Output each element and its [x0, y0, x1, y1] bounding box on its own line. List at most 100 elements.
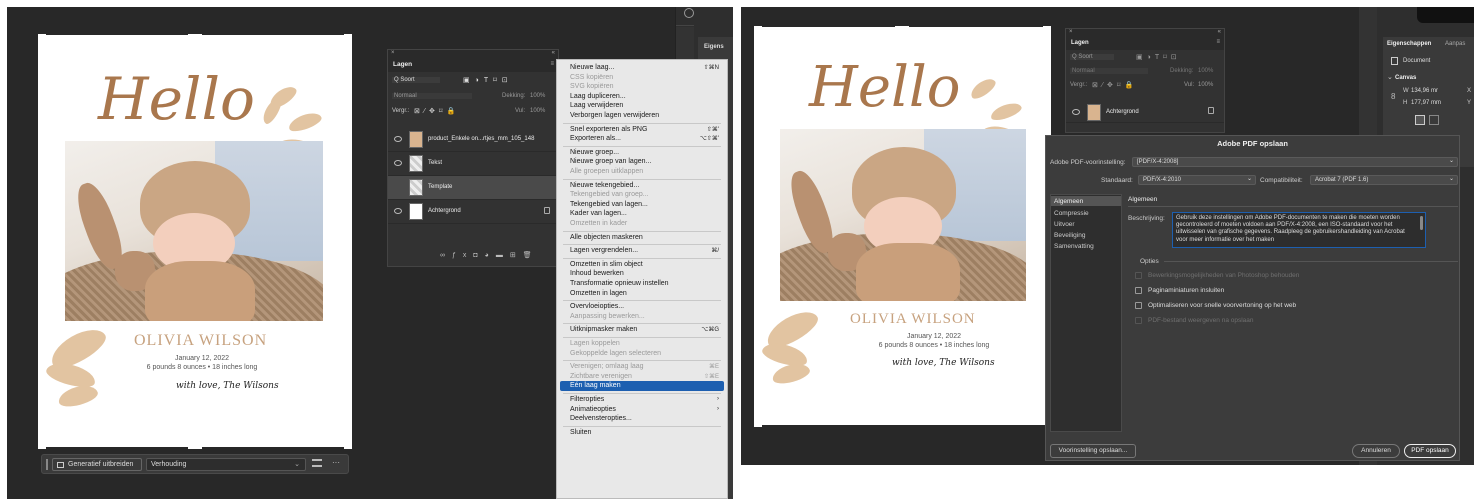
sidebar-item-security[interactable]: Beveiliging — [1054, 232, 1085, 239]
menu-item[interactable]: Inhoud bewerken — [570, 270, 624, 277]
menu-item[interactable]: Laag verwijderen — [570, 102, 623, 109]
artboard[interactable]: Hello OLIVIA WILSON January 12, 2022 6 p… — [38, 35, 352, 447]
menu-item[interactable]: Overvloeiopties... — [570, 303, 624, 310]
ratio-select[interactable]: Verhouding ⌄ — [146, 458, 306, 471]
menu-item[interactable]: Nieuwe tekengebied... — [570, 182, 639, 189]
compat-select[interactable]: Acrobat 7 (PDF 1.6) ⌄ — [1310, 175, 1458, 185]
more-options-button[interactable]: ··· — [332, 458, 340, 467]
blend-mode-select[interactable]: Normaal — [392, 93, 472, 99]
artboard[interactable]: Hello OLIVIA WILSON January 12, 2022 6 p… — [754, 27, 1051, 425]
menu-item[interactable]: Nieuwe groep... — [570, 149, 619, 156]
menu-item[interactable]: Sluiten — [570, 429, 591, 436]
opacity-value[interactable]: 100% — [1198, 68, 1213, 74]
close-icon[interactable]: × — [391, 50, 395, 56]
fill-value[interactable]: 100% — [530, 108, 545, 114]
transform-handle[interactable] — [38, 446, 46, 449]
sidebar-item-general[interactable]: Algemeen — [1054, 198, 1083, 205]
option-checkbox[interactable] — [1135, 287, 1142, 294]
transform-handle[interactable] — [188, 34, 202, 37]
layer-row[interactable]: product_Enkele on...rtjes_mm_105_148 — [388, 128, 558, 152]
menu-item[interactable]: Verborgen lagen verwijderen — [570, 112, 659, 119]
opacity-value[interactable]: 100% — [530, 93, 545, 99]
tab-layers[interactable]: Lagen — [393, 61, 412, 68]
scrollbar[interactable] — [1420, 216, 1423, 230]
info-icon[interactable] — [684, 8, 694, 18]
swap-icon[interactable] — [312, 459, 322, 467]
link-icon[interactable]: 8 — [1391, 92, 1395, 101]
panel-menu-icon[interactable]: ≡ — [550, 61, 554, 67]
menu-item[interactable]: Nieuwe groep van lagen... — [570, 158, 651, 165]
menu-item[interactable]: Filteropties — [570, 396, 604, 403]
height-value[interactable]: 177,97 mm — [1411, 100, 1441, 106]
sidebar-item-output[interactable]: Uitvoer — [1054, 221, 1075, 228]
grip-icon[interactable] — [46, 459, 48, 470]
transform-handle[interactable] — [754, 26, 762, 29]
kind-filter-select[interactable]: Q Soort — [1070, 54, 1114, 60]
menu-item[interactable]: Alle objecten maskeren — [570, 234, 643, 241]
menu-item[interactable]: Kader van lagen... — [570, 210, 627, 217]
option-checkbox[interactable] — [1135, 302, 1142, 309]
transform-handle[interactable] — [344, 446, 352, 449]
menu-item[interactable]: Animatieopties — [570, 406, 616, 413]
menu-item[interactable]: Lagen vergrendelen... — [570, 247, 638, 254]
layer-row[interactable]: Achtergrond — [1066, 101, 1224, 123]
tab-layers[interactable]: Lagen — [1071, 40, 1089, 46]
close-icon[interactable]: × — [1069, 29, 1073, 35]
menu-item[interactable]: Eén laag maken — [570, 382, 621, 389]
filter-icons[interactable]: ▣◑T⌑⊡ — [1136, 53, 1181, 61]
menu-item[interactable]: Omzetten in lagen — [570, 290, 627, 297]
visibility-eye-icon[interactable] — [394, 208, 402, 214]
cancel-button[interactable]: Annuleren — [1352, 444, 1400, 458]
tab-adjustments[interactable]: Aanpas — [1445, 41, 1465, 47]
kind-filter-select[interactable]: Q Soort — [392, 77, 440, 83]
menu-item[interactable]: Nieuwe laag... — [570, 64, 614, 71]
menu-item[interactable]: Snel exporteren als PNG — [570, 126, 647, 133]
collapse-icon[interactable]: « — [1218, 29, 1221, 35]
top-right-control[interactable] — [1417, 7, 1474, 23]
transform-handle[interactable] — [1043, 26, 1051, 29]
transform-handle[interactable] — [188, 446, 202, 449]
lock-icons[interactable]: ⊠⁄✥⌑🔒 — [1092, 81, 1137, 89]
sidebar-item-compression[interactable]: Compressie — [1054, 210, 1089, 217]
chevron-down-icon[interactable]: ⌄ — [1387, 73, 1393, 81]
visibility-eye-icon[interactable] — [1072, 109, 1080, 115]
menu-item[interactable]: Exporteren als... — [570, 135, 621, 142]
panel-menu-icon[interactable]: ≡ — [1216, 39, 1220, 45]
baby-photo[interactable] — [780, 129, 1026, 301]
baby-photo[interactable] — [65, 141, 323, 321]
transform-handle[interactable] — [344, 34, 352, 37]
transform-handle[interactable] — [38, 34, 46, 37]
collapse-icon[interactable]: « — [552, 50, 555, 56]
menu-item[interactable]: Deelvensteropties... — [570, 415, 632, 422]
layer-row[interactable]: Tekst — [388, 152, 558, 176]
layer-row[interactable]: Achtergrond — [388, 200, 558, 224]
properties-tab[interactable]: Eigens — [704, 44, 724, 50]
standard-select[interactable]: PDF/X-4:2010 ⌄ — [1138, 175, 1256, 185]
menu-item[interactable]: Laag dupliceren... — [570, 93, 626, 100]
description-textarea[interactable]: Gebruik deze instellingen om Adobe PDF-d… — [1172, 212, 1426, 248]
preset-select[interactable]: [PDF/X-4:2008] ⌄ — [1132, 157, 1458, 167]
generative-expand-button[interactable]: Generatief uitbreiden — [52, 458, 142, 471]
lock-icons[interactable]: ⊠⁄✥⌑🔒 — [414, 107, 459, 115]
option-checkbox[interactable] — [1135, 272, 1142, 279]
transform-handle[interactable] — [754, 424, 762, 427]
blend-mode-select[interactable]: Normaal — [1070, 68, 1148, 74]
portrait-icon[interactable] — [1415, 115, 1425, 125]
menu-item[interactable]: Transformatie opnieuw instellen — [570, 280, 669, 287]
layer-actions-icons[interactable]: ∞ƒx◘◕▬⊞🗑 — [440, 251, 539, 259]
layer-row-selected[interactable]: Template — [388, 176, 558, 200]
filter-icons[interactable]: ▣◑T⌑⊡ — [463, 76, 513, 84]
fill-value[interactable]: 100% — [1198, 82, 1213, 88]
landscape-icon[interactable] — [1429, 115, 1439, 125]
menu-item[interactable]: Uitknipmasker maken — [570, 326, 637, 333]
save-pdf-button[interactable]: PDF opslaan — [1404, 444, 1456, 458]
visibility-eye-icon[interactable] — [394, 160, 402, 166]
visibility-eye-icon[interactable] — [394, 136, 402, 142]
transform-handle[interactable] — [895, 26, 909, 29]
option-checkbox[interactable] — [1135, 317, 1142, 324]
menu-item[interactable]: Omzetten in slim object — [570, 261, 643, 268]
menu-item[interactable]: Tekengebied van lagen... — [570, 201, 648, 208]
sidebar-item-summary[interactable]: Samenvatting — [1054, 243, 1094, 250]
width-value[interactable]: 134,96 mr — [1411, 88, 1438, 94]
tab-properties[interactable]: Eigenschappen — [1387, 41, 1431, 47]
